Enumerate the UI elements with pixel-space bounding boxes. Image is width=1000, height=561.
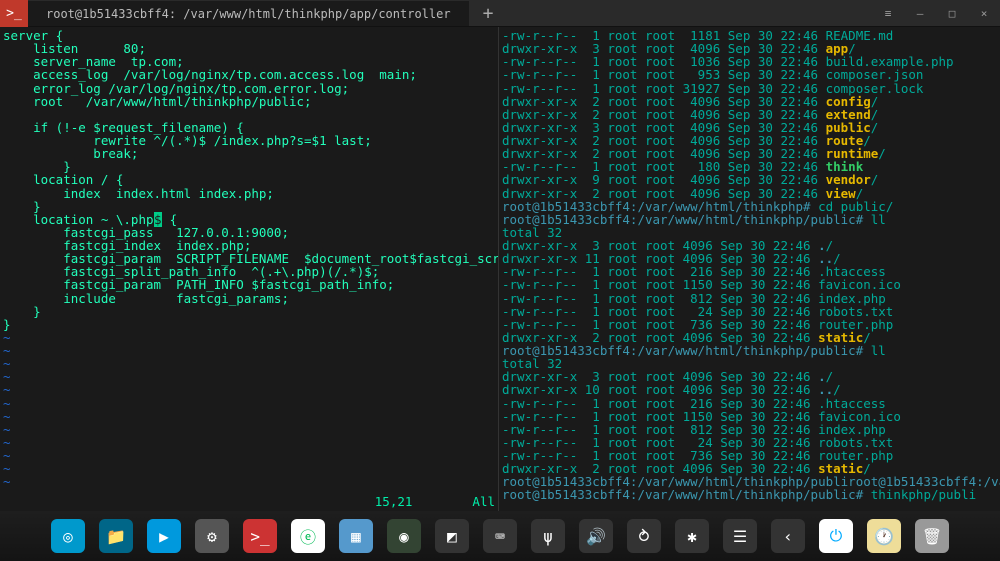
tab-active[interactable]: root@1b51433cbff4: /var/www/html/thinkph… [28, 1, 469, 26]
screenshot-icon[interactable]: ◩ [435, 519, 469, 553]
tab-new-button[interactable]: + [469, 3, 508, 24]
network-icon[interactable]: ✱ [675, 519, 709, 553]
vim-statusline: 15,21 All [0, 494, 499, 511]
dock: ◎ 📁 ▶ ⚙ >_ ⓔ ▦ ◉ ◩ ⌨ ψ 🔊 ⥁ ✱ ☰ ‹ ⏻ 🕐 🗑 [0, 511, 1000, 561]
app-store-icon[interactable]: ▦ [339, 519, 373, 553]
shell-pane[interactable]: -rw-r--r-- 1 root root 1181 Sep 30 22:46… [499, 27, 1000, 511]
close-button[interactable]: × [968, 0, 1000, 27]
menu-button[interactable]: ≡ [872, 0, 904, 27]
trash-icon[interactable]: 🗑 [915, 519, 949, 553]
file-manager-icon[interactable]: 📁 [99, 519, 133, 553]
back-icon[interactable]: ‹ [771, 519, 805, 553]
settings-icon[interactable]: ⚙ [195, 519, 229, 553]
browser-icon[interactable]: ⓔ [291, 519, 325, 553]
keyboard-icon[interactable]: ⌨ [483, 519, 517, 553]
terminal-dock-icon[interactable]: >_ [243, 519, 277, 553]
terminal-icon: >_ [0, 0, 28, 27]
minimize-button[interactable]: — [904, 0, 936, 27]
volume-icon[interactable]: 🔊 [579, 519, 613, 553]
titlebar: >_ root@1b51433cbff4: /var/www/html/thin… [0, 0, 1000, 27]
launcher-icon[interactable]: ◎ [51, 519, 85, 553]
terminal-split: server { listen 80; server_name tp.com; … [0, 27, 1000, 511]
power-icon[interactable]: ⏻ [819, 519, 853, 553]
cursor-position: 15,21 [375, 494, 413, 509]
music-icon[interactable]: ◉ [387, 519, 421, 553]
vim-text: server { listen 80; server_name tp.com; … [3, 28, 499, 332]
maximize-button[interactable]: □ [936, 0, 968, 27]
usb-icon[interactable]: ψ [531, 519, 565, 553]
wifi-icon[interactable]: ⥁ [627, 519, 661, 553]
scroll-position: All [472, 494, 495, 509]
clock-icon[interactable]: 🕐 [867, 519, 901, 553]
vim-pane[interactable]: server { listen 80; server_name tp.com; … [0, 27, 499, 511]
tray-icon[interactable]: ☰ [723, 519, 757, 553]
video-player-icon[interactable]: ▶ [147, 519, 181, 553]
